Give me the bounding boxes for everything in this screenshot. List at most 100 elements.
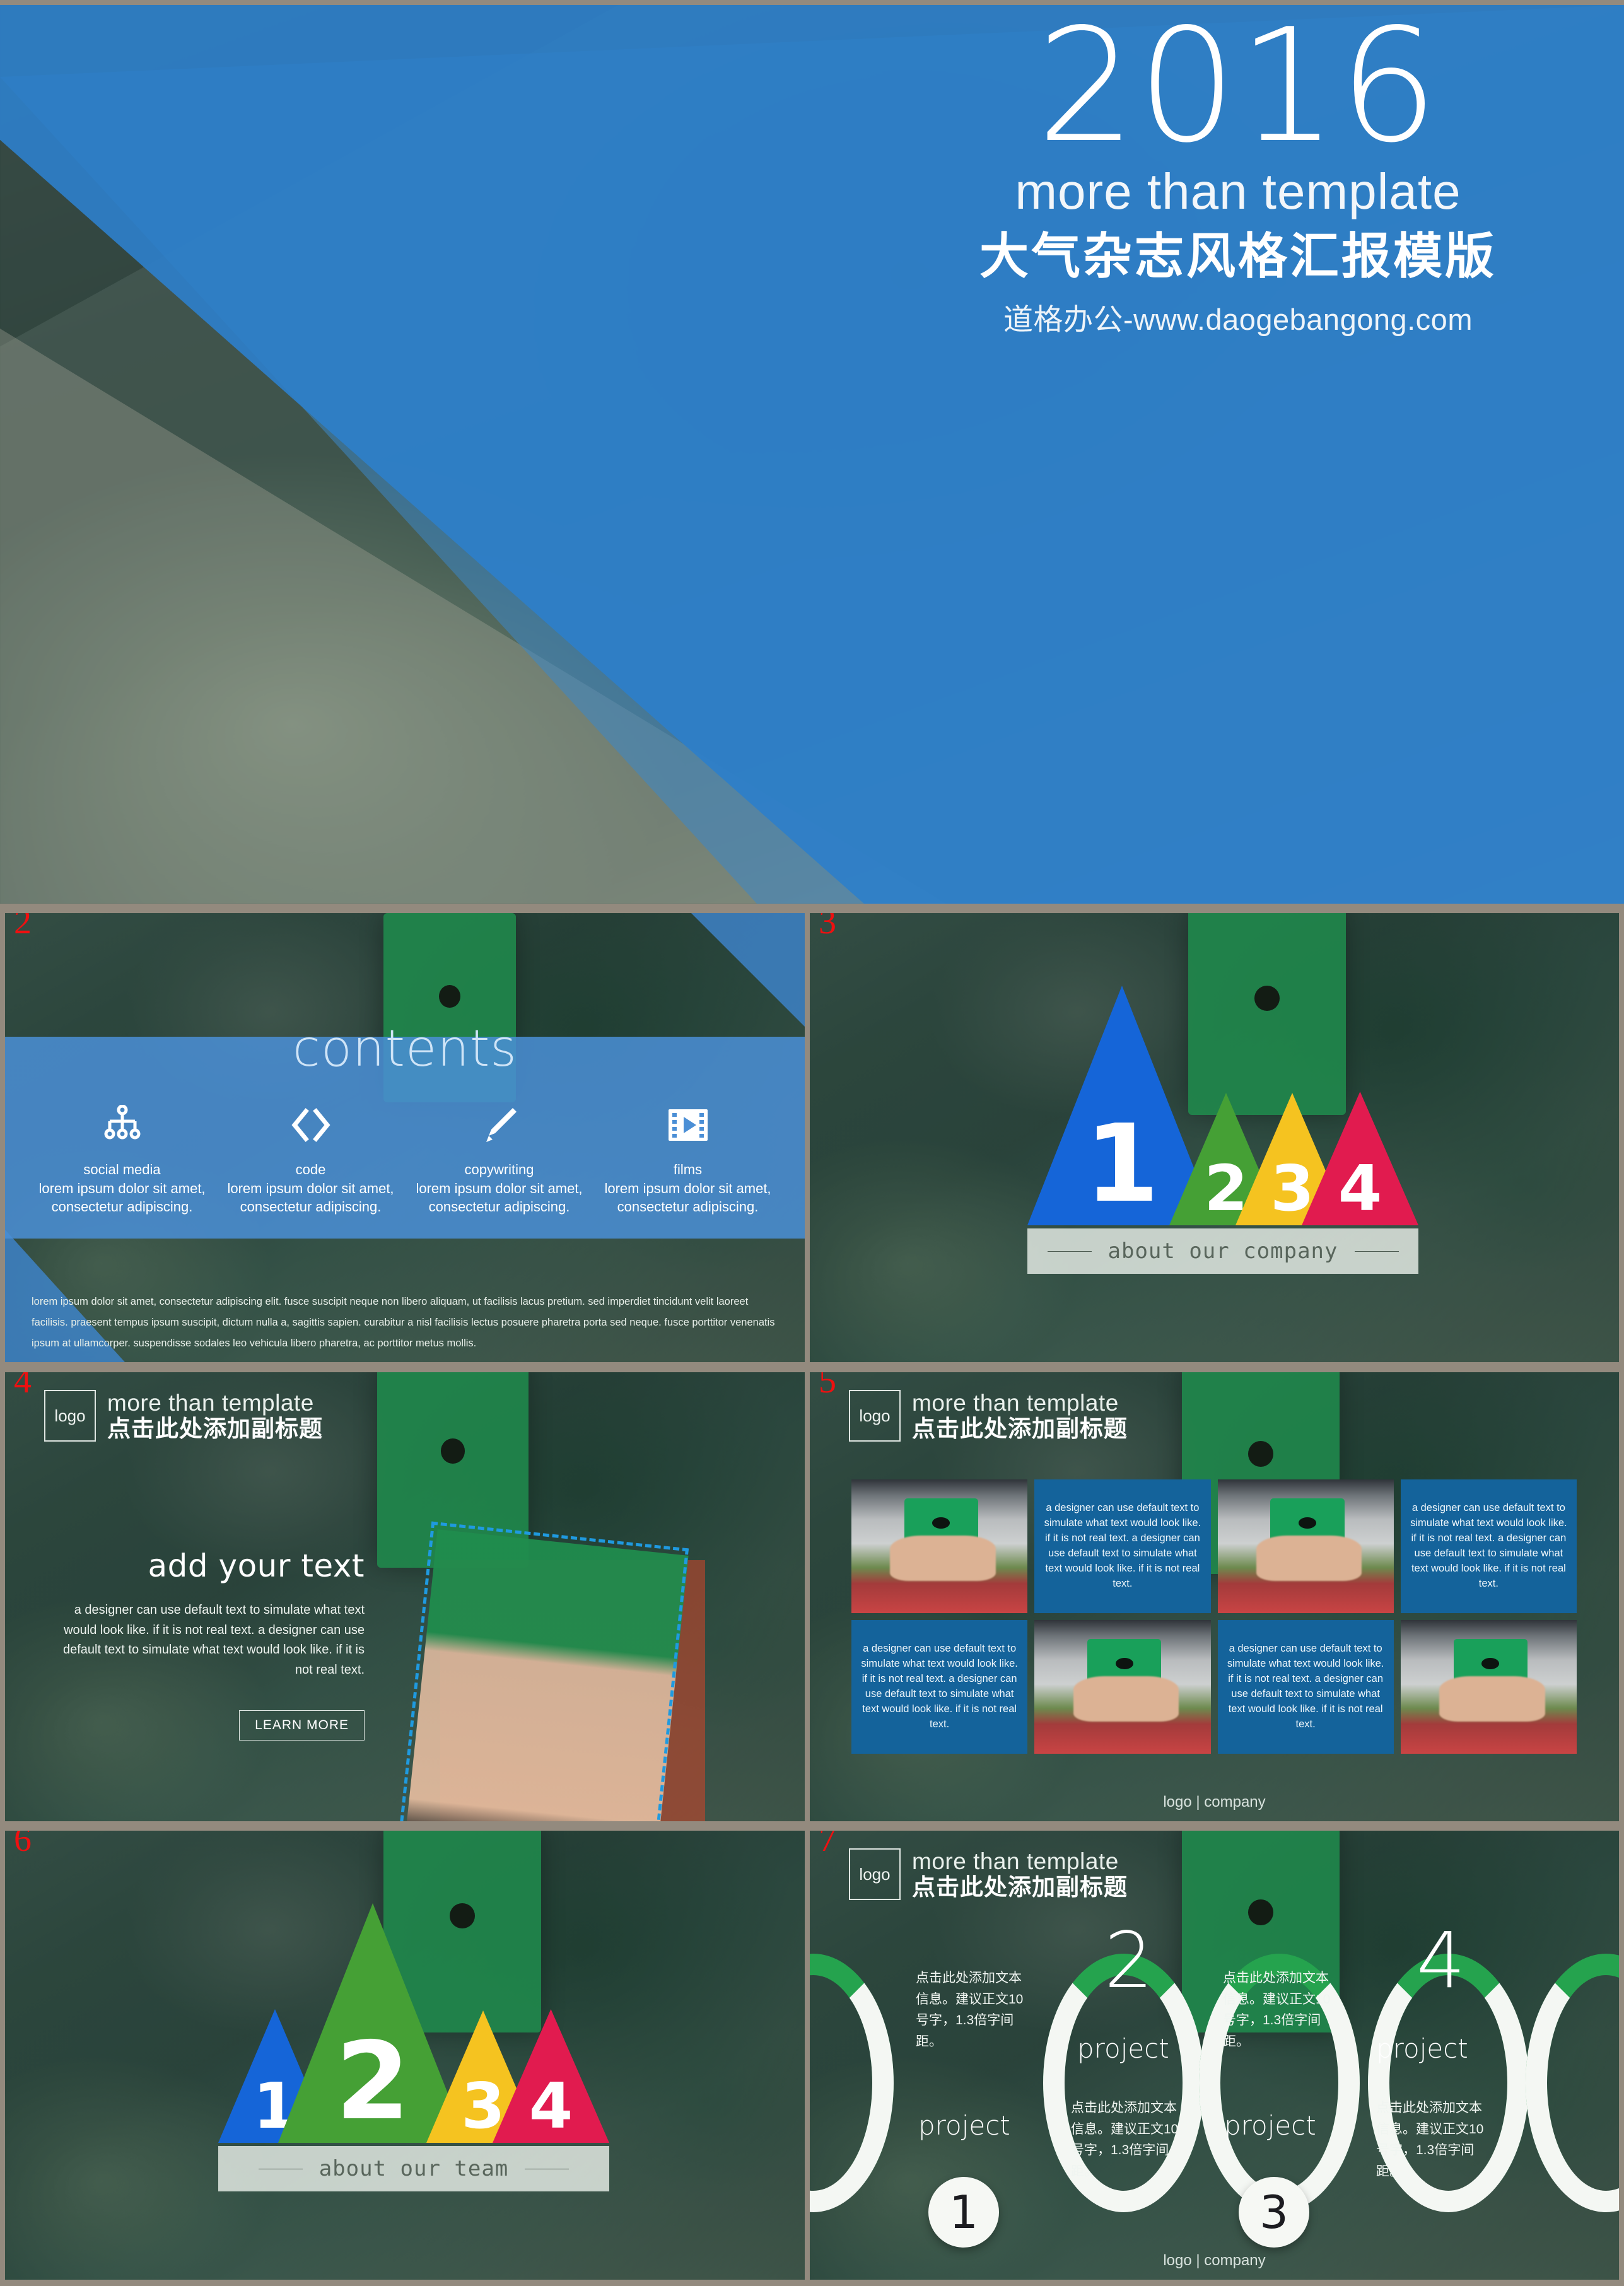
contents-item-social-media[interactable]: social media lorem ipsum dolor sit amet,…	[28, 1102, 216, 1216]
contents-item-copywriting[interactable]: copywriting lorem ipsum dolor sit amet, …	[405, 1102, 593, 1216]
logo-placeholder[interactable]: logo	[849, 1390, 901, 1442]
header-line2: 点击此处添加副标题	[912, 1874, 1128, 1901]
process-text-3: 点击此处添加文本信息。建议正文10号字，1.3倍字间距。	[1223, 1971, 1331, 2049]
slide-footer: logo | company	[1163, 2252, 1266, 2269]
grid-text-cell[interactable]: a designer can use default text to simul…	[1217, 1620, 1394, 1754]
slide-number: 2	[14, 913, 32, 942]
grid-text: a designer can use default text to simul…	[1410, 1502, 1567, 1589]
cover-text-block: 2016 more than template 大气杂志风格汇报模版 道格办公-…	[885, 5, 1591, 339]
grid-text: a designer can use default text to simul…	[1044, 1502, 1201, 1589]
content-grid: a designer can use default text to simul…	[851, 1479, 1577, 1754]
cover-url: 道格办公-www.daogebangong.com	[1003, 302, 1473, 336]
camera-lens-icon	[1298, 1517, 1316, 1529]
process-chain: 1 project 点击此处添加文本信息。建议正文10号字，1.3倍字间距。 2…	[810, 1922, 1619, 2256]
process-badge-3[interactable]: 3	[1239, 2177, 1309, 2248]
section-bar-label: about our team	[318, 2156, 509, 2181]
process-ring-1[interactable]	[810, 1954, 894, 2212]
slide-5-grid[interactable]: 5 logo more than template 点击此处添加副标题 a de…	[810, 1372, 1619, 1821]
cover-subtitle: more than template	[1015, 163, 1461, 220]
contents-paragraph: lorem ipsum dolor sit amet, consectetur …	[32, 1296, 775, 1349]
section-bar-team[interactable]: about our team	[218, 2146, 609, 2191]
process-label-4: project	[1376, 2033, 1468, 2064]
grid-text: a designer can use default text to simul…	[1227, 1643, 1384, 1730]
process-bignum-4: 4	[1417, 1916, 1466, 2005]
contents-item-title: code	[295, 1162, 326, 1177]
triangle-group: 1 2 3 4	[1027, 983, 1418, 1225]
section-bar-company[interactable]: about our company	[1027, 1228, 1418, 1274]
grid-text-cell[interactable]: a designer can use default text to simul…	[851, 1620, 1028, 1754]
camera-lens-icon	[1248, 1899, 1273, 1925]
slide-3-about-company[interactable]: 3 1 2 3 4 about our company	[810, 913, 1619, 1362]
triangle-group: 1 2 3 4	[218, 1900, 609, 2143]
triangle-4[interactable]: 4	[493, 2009, 609, 2143]
grid-image-cell[interactable]	[1034, 1620, 1211, 1754]
slide-header: logo more than template 点击此处添加副标题	[849, 1848, 1128, 1901]
triangle-4[interactable]: 4	[1302, 1092, 1418, 1225]
slide-deck-preview: 2016 more than template 大气杂志风格汇报模版 道格办公-…	[0, 0, 1624, 2286]
bar-rule-right	[1354, 1251, 1399, 1252]
camera-lens-icon	[439, 985, 460, 1008]
grid-image-cell[interactable]	[851, 1479, 1028, 1613]
slide-footer: logo | company	[1163, 1793, 1266, 1811]
hand-graphic	[1256, 1536, 1362, 1582]
process-badge-1[interactable]: 1	[928, 2177, 999, 2248]
slide-header: logo more than template 点击此处添加副标题	[44, 1390, 323, 1442]
contents-columns: social media lorem ipsum dolor sit amet,…	[28, 1102, 782, 1216]
process-ring-5-partial	[1526, 1954, 1619, 2212]
slide-number: 6	[14, 1831, 32, 1859]
cover-chinese-title: 大气杂志风格汇报模版	[979, 228, 1497, 284]
dashed-selection-frame[interactable]	[382, 1521, 689, 1821]
process-label-3: project	[1224, 2110, 1316, 2141]
grid-text-cell[interactable]: a designer can use default text to simul…	[1034, 1479, 1211, 1613]
slide-2-contents[interactable]: 2 contents social media lorem ipsum dolo…	[5, 913, 805, 1362]
bar-rule-left	[1047, 1251, 1092, 1252]
contents-item-title: social media	[83, 1162, 161, 1177]
camera-lens-icon	[932, 1517, 950, 1529]
process-text-1: 点击此处添加文本信息。建议正文10号字，1.3倍字间距。	[916, 1971, 1024, 2049]
contents-item-body: lorem ipsum dolor sit amet, consectetur …	[416, 1181, 583, 1215]
header-line2: 点击此处添加副标题	[912, 1416, 1128, 1442]
contents-item-films[interactable]: films lorem ipsum dolor sit amet, consec…	[593, 1102, 782, 1216]
camera-lens-icon	[1248, 1441, 1273, 1467]
logo-placeholder[interactable]: logo	[44, 1390, 96, 1442]
film-play-icon	[600, 1102, 776, 1148]
hand-graphic	[1439, 1676, 1545, 1722]
slide-6-about-team[interactable]: 6 1 2 3 4 about our team	[5, 1831, 805, 2280]
contents-title: contents	[293, 1019, 517, 1078]
ring-arc-white	[810, 1954, 894, 2212]
hand-graphic	[1073, 1676, 1179, 1722]
header-line2: 点击此处添加副标题	[107, 1416, 323, 1442]
grid-text-cell[interactable]: a designer can use default text to simul…	[1400, 1479, 1577, 1613]
logo-placeholder[interactable]: logo	[849, 1848, 901, 1901]
sitemap-icon	[34, 1102, 210, 1148]
grid-text: a designer can use default text to simul…	[861, 1643, 1018, 1730]
contents-item-code[interactable]: code lorem ipsum dolor sit amet, consect…	[216, 1102, 405, 1216]
header-titles: more than template 点击此处添加副标题	[107, 1390, 323, 1442]
cover-year: 2016	[1036, 5, 1440, 177]
camera-lens-icon	[1481, 1657, 1500, 1669]
contents-item-body: lorem ipsum dolor sit amet, consectetur …	[227, 1181, 394, 1215]
header-titles: more than template 点击此处添加副标题	[912, 1390, 1128, 1442]
slide4-body: a designer can use default text to simul…	[63, 1603, 365, 1677]
slide-number: 7	[819, 1831, 836, 1859]
contents-item-title: copywriting	[464, 1162, 534, 1177]
slide-4-add-your-text[interactable]: 4 logo more than template 点击此处添加副标题 add …	[5, 1372, 805, 1821]
slide-1-cover[interactable]: 2016 more than template 大气杂志风格汇报模版 道格办公-…	[0, 5, 1624, 904]
code-icon	[223, 1102, 399, 1148]
camera-lens-icon	[440, 1438, 465, 1464]
slide-7-process[interactable]: 7 logo more than template 点击此处添加副标题 1 pr…	[810, 1831, 1619, 2280]
learn-more-button[interactable]: LEARN MORE	[239, 1710, 365, 1741]
pencil-icon	[411, 1102, 587, 1148]
contents-item-title: films	[673, 1162, 703, 1177]
contents-item-body: lorem ipsum dolor sit amet, consectetur …	[38, 1181, 206, 1215]
section-bar-label: about our company	[1107, 1239, 1338, 1264]
header-line1: more than template	[912, 1848, 1119, 1874]
process-label-2: project	[1077, 2033, 1169, 2064]
grid-image-cell[interactable]	[1400, 1620, 1577, 1754]
triangle-label: 4	[529, 2069, 573, 2143]
hand-graphic	[890, 1536, 996, 1582]
grid-image-cell[interactable]	[1217, 1479, 1394, 1613]
header-titles: more than template 点击此处添加副标题	[912, 1848, 1128, 1901]
process-label-1: project	[918, 2110, 1010, 2141]
triangle-label: 4	[1338, 1152, 1382, 1225]
